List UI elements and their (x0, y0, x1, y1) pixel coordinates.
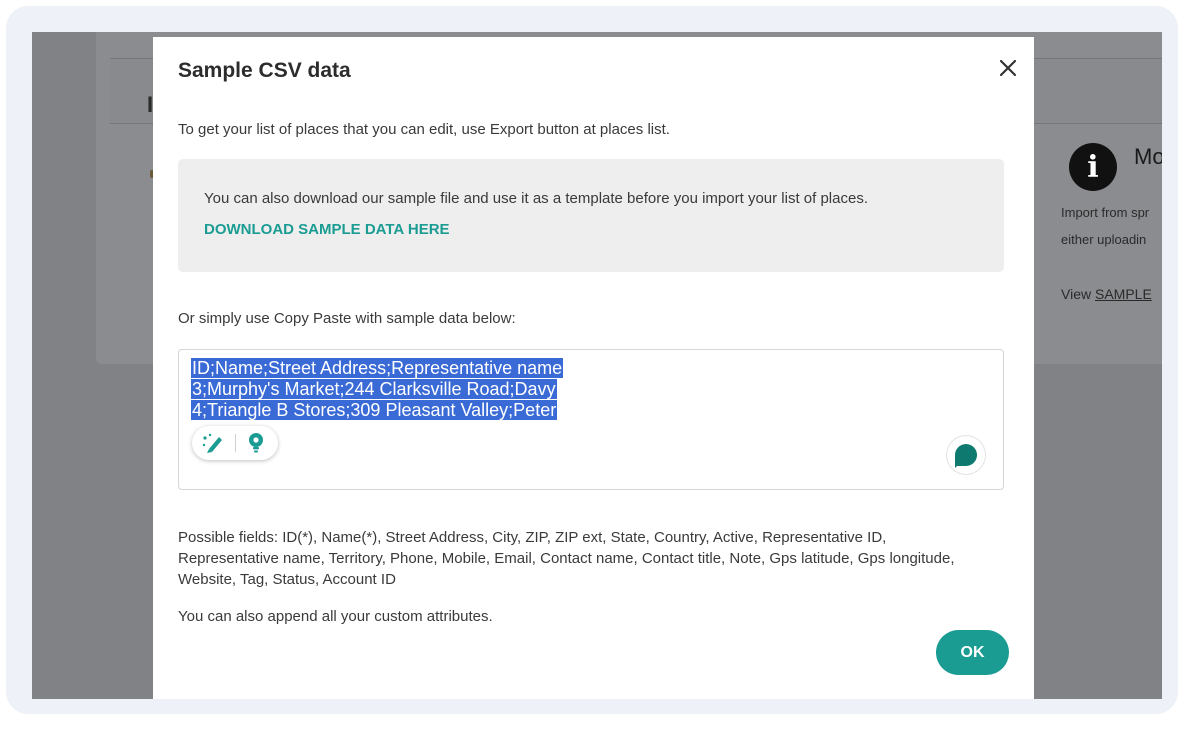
download-info-box: You can also download our sample file an… (178, 159, 1004, 272)
intro-text: To get your list of places that you can … (178, 121, 670, 138)
background-info-title: Mo (1134, 144, 1162, 169)
sample-line-text: ID;Name;Street Address;Representative na… (191, 358, 564, 378)
view-prefix: View (1061, 286, 1092, 302)
custom-attributes-text: You can also append all your custom attr… (178, 608, 493, 625)
sample-line-text: 4;Triangle B Stores;309 Pleasant Valley;… (191, 400, 558, 420)
lightbulb-icon[interactable] (244, 431, 268, 455)
magic-pencil-icon[interactable] (201, 432, 225, 454)
sample-csv-dialog: Sample CSV data To get your list of plac… (153, 37, 1034, 699)
screenshot-frame: I i Mo Import from spr either uploadin V… (6, 6, 1178, 714)
close-icon (999, 59, 1017, 77)
grammar-assistant-button[interactable] (947, 436, 985, 474)
sample-data-lines: ID;Name;Street Address;Representative na… (191, 358, 564, 421)
background-info-line: either uploadin (1061, 232, 1147, 247)
view-sample-link[interactable]: SAMPLE (1095, 286, 1152, 302)
close-button[interactable] (995, 55, 1021, 81)
ok-button[interactable]: OK (936, 630, 1009, 675)
sample-line: 3;Murphy's Market;244 Clarksville Road;D… (191, 379, 563, 400)
copy-paste-label: Or simply use Copy Paste with sample dat… (178, 310, 516, 327)
app-screen: I i Mo Import from spr either uploadin V… (32, 32, 1162, 699)
sample-line: ID;Name;Street Address;Representative na… (191, 358, 564, 379)
sample-line-text: 3;Murphy's Market;244 Clarksville Road;D… (191, 379, 557, 399)
download-info-text: You can also download our sample file an… (204, 190, 868, 207)
possible-fields-text: Possible fields: ID(*), Name(*), Street … (178, 529, 955, 588)
background-view-sample: View SAMPLE (1061, 286, 1152, 302)
background-info-line: Import from spr (1061, 205, 1150, 220)
sample-line: 4;Triangle B Stores;309 Pleasant Valley;… (191, 400, 563, 421)
writing-tools-pill (192, 426, 278, 460)
info-icon: i (1069, 143, 1117, 191)
download-sample-link[interactable]: DOWNLOAD SAMPLE DATA HERE (204, 221, 450, 238)
assistant-icon (955, 444, 977, 468)
tool-separator (235, 434, 236, 452)
sample-data-textarea[interactable]: ID;Name;Street Address;Representative na… (178, 349, 1004, 490)
dialog-title: Sample CSV data (178, 59, 351, 82)
